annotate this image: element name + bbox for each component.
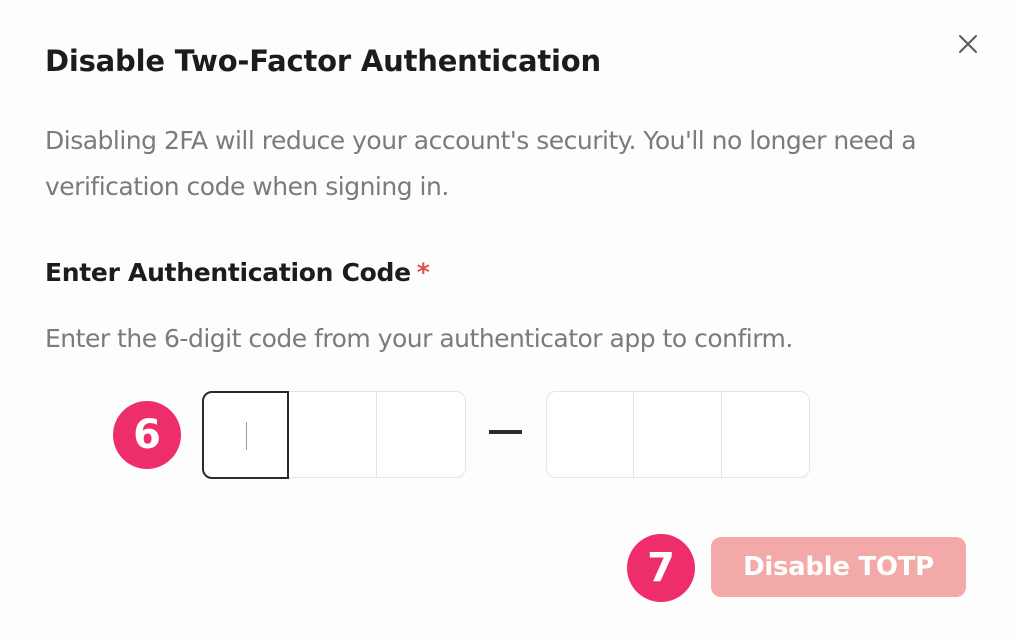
code-digit-1[interactable] (201, 390, 290, 479)
text-caret (245, 421, 247, 450)
close-icon (959, 35, 977, 53)
code-field-hint: Enter the 6-digit code from your authent… (45, 324, 793, 353)
code-digit-6[interactable] (722, 392, 809, 477)
code-field-label-text: Enter Authentication Code (45, 258, 411, 287)
code-separator (489, 430, 522, 434)
close-button[interactable] (954, 30, 982, 58)
required-mark: * (416, 258, 430, 287)
dialog-description: Disabling 2FA will reduce your account's… (45, 126, 917, 201)
disable-totp-button[interactable]: Disable TOTP (711, 537, 966, 597)
code-digit-5[interactable] (634, 392, 722, 477)
code-field-label: Enter Authentication Code * (45, 258, 430, 287)
disable-2fa-dialog: Disable Two-Factor Authentication Disabl… (0, 0, 1014, 638)
code-digit-2[interactable] (289, 392, 378, 477)
step-badge-6: 6 (113, 401, 181, 469)
code-digit-3[interactable] (377, 392, 465, 477)
step-badge-7: 7 (627, 534, 695, 602)
code-group-first (201, 390, 466, 479)
code-digit-4[interactable] (547, 392, 635, 477)
dialog-title: Disable Two-Factor Authentication (45, 44, 601, 78)
code-group-second (546, 391, 810, 478)
